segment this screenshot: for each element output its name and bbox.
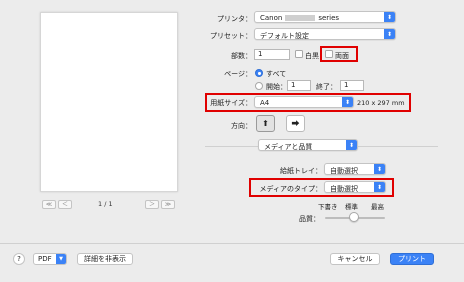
quality-tick-best: 最高 <box>371 203 384 211</box>
paper-dimensions: 210 x 297 mm <box>357 99 405 107</box>
next-page-button[interactable]: ＞ <box>145 200 159 209</box>
paper-size-value: A4 <box>260 98 270 107</box>
section-select[interactable]: メディアと品質 ⬍ <box>258 139 358 151</box>
paper-tray-select[interactable]: 自動選択 ⬍ <box>324 163 386 175</box>
media-type-value: 自動選択 <box>330 184 358 193</box>
pages-label: ページ： <box>224 70 252 78</box>
presets-label: プリセット： <box>210 32 252 40</box>
printer-label: プリンタ： <box>217 15 252 23</box>
orientation-label: 方向： <box>231 122 252 130</box>
chevron-updown-icon: ⬍ <box>374 182 385 192</box>
printer-value: Canon series <box>260 13 340 22</box>
pdf-label: PDF <box>38 255 52 263</box>
quality-label: 品質： <box>299 215 320 223</box>
landscape-orientation-button[interactable]: ⮕ <box>286 115 305 132</box>
hide-details-button[interactable]: 詳細を非表示 <box>77 253 133 265</box>
portrait-icon: ⬆ <box>262 119 269 128</box>
last-page-button[interactable]: ≫ <box>161 200 175 209</box>
bottom-separator <box>0 243 464 244</box>
paper-size-label: 用紙サイズ： <box>210 99 252 107</box>
printer-select[interactable]: Canon series ⬍ <box>254 11 396 23</box>
quality-tick-standard: 標準 <box>345 203 358 211</box>
paper-tray-label: 給紙トレイ： <box>280 167 322 175</box>
chevron-updown-icon: ⬍ <box>384 29 395 39</box>
presets-value: デフォルト設定 <box>260 31 309 40</box>
chevron-down-icon: ▼ <box>56 254 66 264</box>
duplex-label: 両面 <box>335 52 349 60</box>
help-button[interactable]: ? <box>13 253 25 265</box>
cancel-button[interactable]: キャンセル <box>330 253 380 265</box>
pages-range-radio[interactable] <box>255 82 263 90</box>
print-button[interactable]: プリント <box>390 253 434 265</box>
bw-checkbox[interactable] <box>295 50 303 58</box>
pages-all-radio[interactable] <box>255 69 263 77</box>
pages-from-input[interactable]: 1 <box>287 80 311 91</box>
quality-slider-thumb[interactable] <box>349 212 359 222</box>
quality-tick-draft: 下書き <box>318 203 338 211</box>
question-icon: ? <box>17 255 21 263</box>
media-type-label: メディアのタイプ： <box>259 185 322 193</box>
page-preview <box>40 12 178 192</box>
bw-label: 白黒 <box>305 52 319 60</box>
first-page-button[interactable]: ≪ <box>42 200 56 209</box>
duplex-checkbox[interactable] <box>325 50 333 58</box>
copies-input[interactable]: 1 <box>254 49 290 60</box>
chevron-updown-icon: ⬍ <box>342 97 353 107</box>
pages-all-label: すべて <box>266 70 287 78</box>
chevron-updown-icon: ⬍ <box>346 140 357 150</box>
page-indicator: 1 / 1 <box>98 200 113 208</box>
presets-select[interactable]: デフォルト設定 ⬍ <box>254 28 396 40</box>
chevron-updown-icon: ⬍ <box>384 12 395 22</box>
media-type-select[interactable]: 自動選択 ⬍ <box>324 181 386 193</box>
pages-from-label: 開始： <box>266 83 287 91</box>
section-value: メディアと品質 <box>264 142 313 151</box>
pages-to-label: 終了： <box>316 83 337 91</box>
prev-page-button[interactable]: ＜ <box>58 200 72 209</box>
paper-tray-value: 自動選択 <box>330 166 358 175</box>
copies-label: 部数： <box>231 52 252 60</box>
pages-to-input[interactable]: 1 <box>340 80 364 91</box>
chevron-updown-icon: ⬍ <box>374 164 385 174</box>
paper-size-select[interactable]: A4 ⬍ <box>254 96 354 108</box>
pdf-button[interactable]: PDF ▼ <box>33 253 67 265</box>
portrait-orientation-button[interactable]: ⬆ <box>256 115 275 132</box>
landscape-icon: ⮕ <box>291 119 300 128</box>
